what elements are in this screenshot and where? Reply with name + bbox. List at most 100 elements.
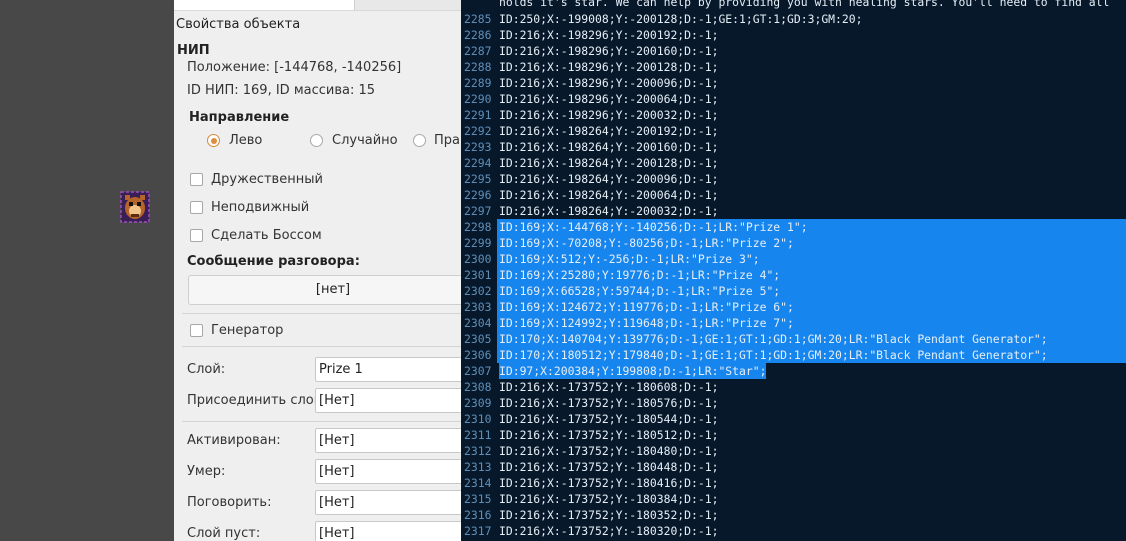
editor-line[interactable]: 2310 ID:216;X:-173752;Y:-180544;D:-1;: [461, 411, 1126, 427]
line-number: 2303: [464, 300, 492, 314]
line-number: 2301: [464, 268, 492, 282]
line-text: ID:216;X:-173752;Y:-180576;D:-1;: [499, 396, 719, 410]
editor-line[interactable]: 2311 ID:216;X:-173752;Y:-180512;D:-1;: [461, 427, 1126, 443]
radio-right-label: Право: [434, 133, 462, 148]
editor-line[interactable]: 2313 ID:216;X:-173752;Y:-180448;D:-1;: [461, 459, 1126, 475]
line-number: 2311: [464, 428, 492, 442]
editor-line[interactable]: 2309 ID:216;X:-173752;Y:-180576;D:-1;: [461, 395, 1126, 411]
talk-field[interactable]: [Нет]: [315, 490, 462, 515]
radio-right[interactable]: [413, 134, 426, 147]
editor-line[interactable]: 2297 ID:216;X:-198264;Y:-200032;D:-1;: [461, 203, 1126, 219]
line-number: 2307: [464, 364, 492, 378]
editor-line[interactable]: 2292 ID:216;X:-198264;Y:-200192;D:-1;: [461, 123, 1126, 139]
editor-line[interactable]: 2301 ID:169;X:25280;Y:19776;D:-1;LR:"Priz…: [461, 267, 1126, 283]
direction-header: Направление: [189, 110, 290, 125]
object-properties-panel: Свойства объекта НИП Положение: [-144768…: [174, 0, 462, 541]
editor-line[interactable]: 2306 ID:170;X:180512;Y:179840;D:-1;GE:1;G…: [461, 347, 1126, 363]
line-number: 2293: [464, 140, 492, 154]
friendly-checkbox[interactable]: [190, 173, 203, 186]
line-text: ID:216;X:-198264;Y:-200128;D:-1;: [499, 156, 719, 170]
editor-line[interactable]: 2291 ID:216;X:-198296;Y:-200032;D:-1;: [461, 107, 1126, 123]
editor-line[interactable]: 2303 ID:169;X:124672;Y:119776;D:-1;LR:"Pr…: [461, 299, 1126, 315]
line-text: ID:216;X:-198296;Y:-200064;D:-1;: [499, 92, 719, 106]
editor-line[interactable]: 2295 ID:216;X:-198264;Y:-200096;D:-1;: [461, 171, 1126, 187]
position-text: Положение: [-144768, -140256]: [187, 60, 402, 75]
died-label: Умер:: [187, 464, 226, 479]
editor-line[interactable]: 2296 ID:216;X:-198264;Y:-200064;D:-1;: [461, 187, 1126, 203]
line-number: 2287: [464, 44, 492, 58]
line-text: ID:216;X:-173752;Y:-180544;D:-1;: [499, 412, 719, 426]
line-text: ID:216;X:-173752;Y:-180448;D:-1;: [499, 460, 719, 474]
activated-field[interactable]: [Нет]: [315, 428, 462, 453]
layer-empty-field[interactable]: [Нет]: [315, 521, 462, 541]
level-canvas[interactable]: [0, 0, 174, 541]
line-number: 2313: [464, 460, 492, 474]
line-number: 2286: [464, 28, 492, 42]
editor-line[interactable]: 2288 ID:216;X:-198296;Y:-200128;D:-1;: [461, 59, 1126, 75]
editor-line[interactable]: 2290 ID:216;X:-198296;Y:-200064;D:-1;: [461, 91, 1126, 107]
editor-line[interactable]: 2287 ID:216;X:-198296;Y:-200160;D:-1;: [461, 43, 1126, 59]
line-number: 2314: [464, 476, 492, 490]
editor-line[interactable]: 2312 ID:216;X:-173752;Y:-180480;D:-1;: [461, 443, 1126, 459]
panel-title: Свойства объекта: [176, 17, 301, 32]
friendly-label: Дружественный: [211, 172, 323, 187]
editor-line[interactable]: 2315 ID:216;X:-173752;Y:-180384;D:-1;: [461, 491, 1126, 507]
died-field[interactable]: [Нет]: [315, 459, 462, 484]
line-text: ID:170;X:140704;Y:139776;D:-1;GE:1;GT:1;…: [499, 332, 1048, 346]
editor-line[interactable]: 2299 ID:169;X:-70208;Y:-80256;D:-1;LR:"Pr…: [461, 235, 1126, 251]
editor-line[interactable]: 2294 ID:216;X:-198264;Y:-200128;D:-1;: [461, 155, 1126, 171]
editor-line[interactable]: 2314 ID:216;X:-173752;Y:-180416;D:-1;: [461, 475, 1126, 491]
attach-layer-label: Присоединить слой:: [187, 393, 327, 408]
editor-line[interactable]: 2302 ID:169;X:66528;Y:59744;D:-1;LR:"Priz…: [461, 283, 1126, 299]
line-text: ID:250;X:-199008;Y:-200128;D:-1;GE:1;GT:…: [499, 12, 863, 26]
line-text: ID:216;X:-198264;Y:-200160;D:-1;: [499, 140, 719, 154]
line-number: 2315: [464, 492, 492, 506]
line-number: 2288: [464, 60, 492, 74]
editor-line[interactable]: 2305 ID:170;X:140704;Y:139776;D:-1;GE:1;G…: [461, 331, 1126, 347]
radio-left[interactable]: [207, 134, 220, 147]
generator-label: Генератор: [211, 323, 284, 338]
generator-checkbox[interactable]: [190, 324, 203, 337]
editor-line[interactable]: 2304 ID:169;X:124992;Y:119648;D:-1;LR:"Pr…: [461, 315, 1126, 331]
line-text: ID:216;X:-173752;Y:-180416;D:-1;: [499, 476, 719, 490]
editor-line[interactable]: 2298 ID:169;X:-144768;Y:-140256;D:-1;LR:"…: [461, 219, 1126, 235]
layer-empty-label: Слой пуст:: [187, 526, 261, 541]
editor-line[interactable]: 2307 ID:97;X:200384;Y:199808;D:-1;LR:"Sta…: [461, 363, 1126, 379]
layer-field[interactable]: Prize 1: [315, 357, 462, 382]
editor-line[interactable]: 2308 ID:216;X:-173752;Y:-180608;D:-1;: [461, 379, 1126, 395]
editor-line[interactable]: 2286 ID:216;X:-198296;Y:-200192;D:-1;: [461, 27, 1126, 43]
line-number: 2285: [464, 12, 492, 26]
boss-checkbox[interactable]: [190, 229, 203, 242]
line-number: 2297: [464, 204, 492, 218]
line-text: ID:216;X:-198296;Y:-200192;D:-1;: [499, 28, 719, 42]
editor-line[interactable]: 2285 ID:250;X:-199008;Y:-200128;D:-1;GE:1…: [461, 11, 1126, 27]
npc-header: НИП: [177, 43, 210, 58]
line-text: ID:216;X:-173752;Y:-180320;D:-1;: [499, 524, 719, 538]
ids-text: ID НИП: 169, ID массива: 15: [187, 83, 376, 98]
line-text: ID:216;X:-198296;Y:-200160;D:-1;: [499, 44, 719, 58]
toolbar-tab[interactable]: [354, 0, 462, 10]
line-text: ID:216;X:-173752;Y:-180480;D:-1;: [499, 444, 719, 458]
line-number: 2317: [464, 524, 492, 538]
line-number: 2298: [464, 220, 492, 234]
attach-layer-field[interactable]: [Нет]: [315, 388, 462, 413]
line-number: 2295: [464, 172, 492, 186]
editor-line[interactable]: 2316 ID:216;X:-173752;Y:-180352;D:-1;: [461, 507, 1126, 523]
line-number: 2316: [464, 508, 492, 522]
editor-line[interactable]: 2317 ID:216;X:-173752;Y:-180320;D:-1;: [461, 523, 1126, 539]
line-number: 2294: [464, 156, 492, 170]
editor-line[interactable]: 2300 ID:169;X:512;Y:-256;D:-1;LR:"Prize 3…: [461, 251, 1126, 267]
line-text: ID:169;X:-70208;Y:-80256;D:-1;LR:"Prize …: [499, 236, 794, 250]
radio-random[interactable]: [310, 134, 323, 147]
talk-message-button[interactable]: [нет]: [188, 275, 462, 305]
immobile-checkbox[interactable]: [190, 201, 203, 214]
editor-line[interactable]: 2289 ID:216;X:-198296;Y:-200096;D:-1;: [461, 75, 1126, 91]
line-number: 2300: [464, 252, 492, 266]
immobile-label: Неподвижный: [211, 200, 310, 215]
code-editor[interactable]: holds it's star. We can help by providin…: [461, 0, 1126, 541]
radio-random-label: Случайно: [332, 133, 398, 148]
editor-line[interactable]: 2293 ID:216;X:-198264;Y:-200160;D:-1;: [461, 139, 1126, 155]
line-number: 2304: [464, 316, 492, 330]
line-text: ID:169;X:25280;Y:19776;D:-1;LR:"Prize 4"…: [499, 268, 781, 282]
npc-sprite[interactable]: [118, 190, 152, 224]
